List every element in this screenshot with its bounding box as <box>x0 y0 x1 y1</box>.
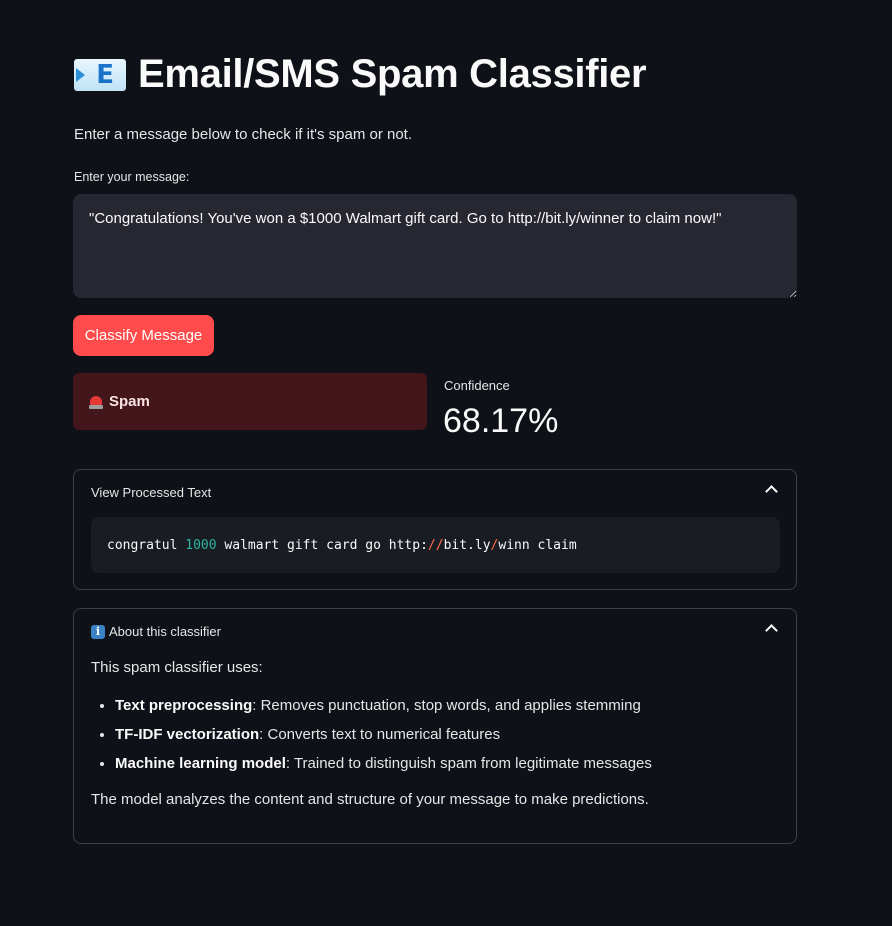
siren-icon <box>89 395 103 409</box>
about-footer: The model analyzes the content and struc… <box>91 791 649 808</box>
about-expander-title: About this classifier <box>109 624 221 639</box>
processed-token: // <box>427 537 444 553</box>
about-feature-item: Machine learning model: Trained to disti… <box>115 754 779 773</box>
message-input-label: Enter your message: <box>74 170 190 184</box>
chevron-up-icon[interactable] <box>765 624 778 637</box>
processed-token: bit.ly <box>443 537 491 553</box>
about-feature-list: Text preprocessing: Removes punctuation,… <box>91 696 779 773</box>
message-input[interactable] <box>73 194 797 298</box>
feature-description: : Converts text to numerical features <box>259 726 501 743</box>
processed-text-code: congratul 1000 walmart gift card go http… <box>91 517 780 573</box>
about-feature-item: Text preprocessing: Removes punctuation,… <box>115 696 779 715</box>
confidence-value: 68.17% <box>443 402 559 440</box>
processed-token: congratul <box>107 537 186 553</box>
processed-text-expander-title: View Processed Text <box>91 485 212 500</box>
feature-description: : Removes punctuation, stop words, and a… <box>252 697 641 714</box>
about-feature-item: TF-IDF vectorization: Converts text to n… <box>115 725 779 744</box>
processed-token: 1000 <box>185 537 217 553</box>
app-page: E Email/SMS Spam Classifier Enter a mess… <box>0 0 892 926</box>
classify-message-button[interactable]: Classify Message <box>73 315 214 356</box>
feature-name: Machine learning model <box>115 755 286 772</box>
about-body: This spam classifier uses: Text preproce… <box>91 659 779 808</box>
processed-token: winn claim <box>498 537 577 553</box>
information-icon: i <box>91 624 105 639</box>
processed-text-expander: View Processed Text congratul 1000 walma… <box>73 469 797 590</box>
processed-text-expander-header[interactable]: View Processed Text <box>91 485 211 500</box>
chevron-up-icon[interactable] <box>765 485 778 498</box>
result-label: Spam <box>109 393 150 410</box>
processed-token: walmart gift card go http: <box>216 537 428 553</box>
incoming-envelope-icon: E <box>74 58 126 91</box>
feature-description: : Trained to distinguish spam from legit… <box>285 755 652 772</box>
page-title-text: Email/SMS Spam Classifier <box>138 52 647 96</box>
confidence-label: Confidence <box>444 378 510 393</box>
page-subtitle: Enter a message below to check if it's s… <box>74 126 413 143</box>
result-alert: Spam <box>73 373 427 430</box>
page-title: E Email/SMS Spam Classifier <box>74 52 647 97</box>
about-intro: This spam classifier uses: <box>91 659 263 676</box>
feature-name: TF-IDF vectorization <box>115 726 260 743</box>
about-expander-header[interactable]: i About this classifier <box>91 624 221 639</box>
processed-token: / <box>490 537 499 553</box>
feature-name: Text preprocessing <box>115 697 253 714</box>
about-expander: i About this classifier This spam classi… <box>73 608 797 844</box>
